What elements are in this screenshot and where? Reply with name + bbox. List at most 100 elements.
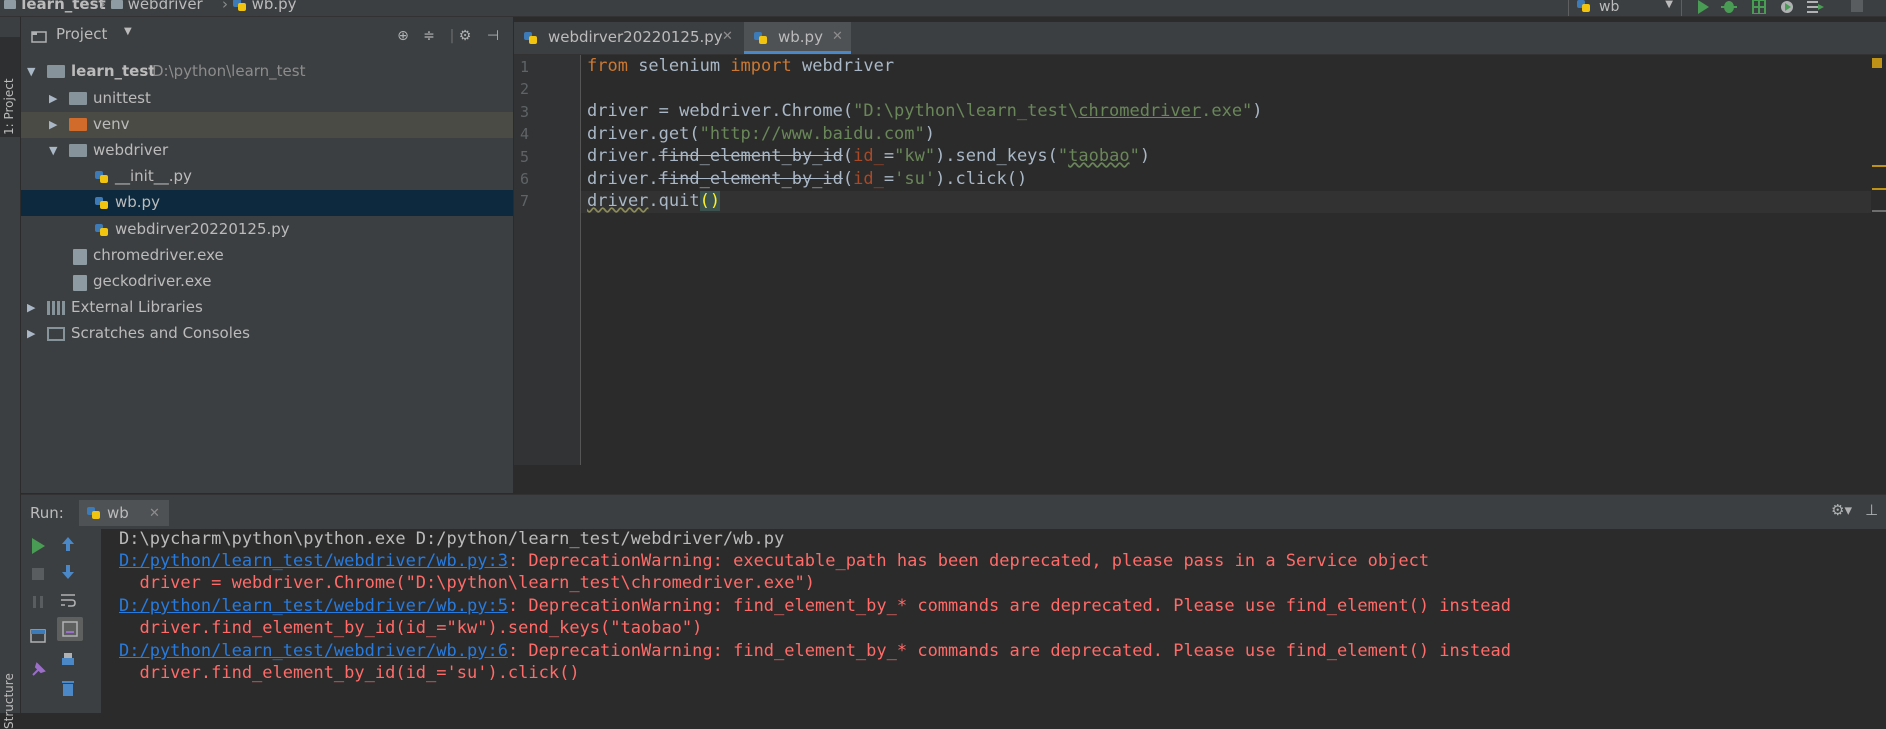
- breadcrumb-file[interactable]: › wb.py: [222, 0, 297, 13]
- python-file-icon: [524, 31, 538, 45]
- console-line: D:/python/learn_test/webdriver/wb.py:6: …: [119, 641, 1511, 661]
- run-panel-header: Run: wb ✕ ⚙▾ ⊥: [21, 494, 1886, 529]
- line-number: 7: [520, 192, 530, 210]
- python-file-icon: [754, 31, 768, 45]
- run-tab-wb[interactable]: wb ✕: [79, 500, 169, 526]
- gear-icon[interactable]: ⚙: [457, 28, 473, 44]
- separator-icon: ›: [222, 0, 228, 13]
- python-file-icon: [95, 170, 109, 184]
- python-file-icon: [95, 223, 109, 237]
- close-icon[interactable]: ✕: [832, 29, 843, 44]
- folder-icon: [47, 65, 65, 78]
- soft-wrap-icon[interactable]: [59, 591, 77, 609]
- folder-icon: [110, 0, 123, 9]
- console-line: driver.find_element_by_id(id_='su').clic…: [119, 663, 580, 683]
- error-stripe-marker[interactable]: [1872, 188, 1886, 190]
- project-panel: Project ▼ ⊕ ≑ | ⚙ ⊣ ▼ learn_test D:\pyth…: [21, 17, 514, 493]
- collapsed-arrow-icon[interactable]: ▶: [49, 92, 57, 105]
- left-tool-strip: 1: Project Structure: [0, 17, 21, 729]
- line-number: 2: [520, 80, 530, 98]
- console-line: driver = webdriver.Chrome("D:\python\lea…: [119, 573, 815, 593]
- scratches-icon: [47, 327, 65, 341]
- python-file-icon: [95, 196, 109, 210]
- close-icon[interactable]: ✕: [722, 29, 733, 44]
- collapsed-arrow-icon[interactable]: ▶: [27, 301, 35, 314]
- current-line-highlight: [581, 191, 1871, 213]
- python-file-icon: [1577, 0, 1591, 13]
- coverage-icon[interactable]: [1750, 0, 1768, 14]
- tree-item-venv[interactable]: ▶ venv: [21, 112, 513, 138]
- console-line: driver.find_element_by_id(id_="kw").send…: [119, 618, 703, 638]
- folder-icon: [69, 144, 87, 157]
- tree-item-init-py[interactable]: __init__.py: [21, 164, 513, 190]
- arrow-up-icon[interactable]: [59, 535, 77, 553]
- folder-icon: [69, 92, 87, 105]
- expanded-arrow-icon[interactable]: ▼: [27, 65, 35, 78]
- code-line-1: from selenium import webdriver: [587, 56, 895, 76]
- separator-icon: ›: [100, 0, 106, 13]
- pin-icon[interactable]: [29, 661, 47, 679]
- print-icon[interactable]: [59, 651, 77, 669]
- run-configuration-select[interactable]: wb ▼: [1568, 0, 1682, 16]
- run-panel: Run: wb ✕ ⚙▾ ⊥ D:\pycharm\python\python.…: [21, 494, 1886, 713]
- tree-item-wb-py[interactable]: wb.py: [21, 190, 513, 216]
- console-file-link[interactable]: D:/python/learn_test/webdriver/wb.py:3: [119, 551, 508, 571]
- line-number: 4: [520, 125, 530, 143]
- tree-item-chromedriver-exe[interactable]: chromedriver.exe: [21, 243, 513, 269]
- python-file-icon: [87, 506, 101, 520]
- tree-item-learn-test[interactable]: ▼ learn_test D:\python\learn_test: [21, 59, 513, 85]
- breadcrumb-project[interactable]: learn_test: [4, 0, 106, 13]
- console-output[interactable]: D:\pycharm\python\python.exe D:/python/l…: [119, 529, 1879, 713]
- chevron-down-icon: ▼: [1665, 0, 1673, 10]
- tree-item-webdriver[interactable]: ▼ webdriver: [21, 138, 513, 164]
- run-icon[interactable]: [1694, 0, 1712, 14]
- project-panel-title[interactable]: Project: [56, 25, 107, 43]
- console-file-link[interactable]: D:/python/learn_test/webdriver/wb.py:5: [119, 596, 508, 616]
- navigation-bar: learn_test › webdriver › wb.py wb ▼: [0, 0, 1886, 17]
- scroll-to-end-button[interactable]: [57, 617, 83, 641]
- error-stripe-marker[interactable]: [1872, 165, 1886, 167]
- hide-panel-icon[interactable]: ⊣: [485, 28, 501, 44]
- tree-item-webdirver20220125-py[interactable]: webdirver20220125.py: [21, 217, 513, 243]
- chevron-down-icon[interactable]: ▼: [124, 26, 132, 37]
- scroll-to-end-icon: [62, 621, 78, 637]
- stop-icon[interactable]: [29, 565, 47, 583]
- arrow-down-icon[interactable]: [59, 563, 77, 581]
- collapse-all-icon[interactable]: ≑: [421, 28, 437, 44]
- code-line-4: driver.get("http://www.baidu.com"): [587, 124, 936, 144]
- line-number: 3: [520, 103, 530, 121]
- collapsed-arrow-icon[interactable]: ▶: [27, 327, 35, 340]
- editor-tab-bar: webdirver20220125.py ✕ wb.py ✕: [514, 22, 1886, 55]
- tree-item-scratches[interactable]: ▶ Scratches and Consoles: [21, 321, 513, 347]
- hide-panel-icon[interactable]: ⊥: [1865, 501, 1878, 519]
- trash-icon[interactable]: [59, 679, 77, 697]
- rerun-icon[interactable]: [29, 537, 47, 555]
- breadcrumb-folder[interactable]: › webdriver: [100, 0, 203, 13]
- error-stripe-marker[interactable]: [1872, 210, 1886, 212]
- profile-icon[interactable]: [1778, 0, 1796, 14]
- stop-icon[interactable]: [1848, 0, 1866, 14]
- tree-item-geckodriver-exe[interactable]: geckodriver.exe: [21, 269, 513, 295]
- tree-item-unittest[interactable]: ▶ unittest: [21, 86, 513, 112]
- run-concurrency-icon[interactable]: [1806, 0, 1824, 14]
- structure-tool-tab[interactable]: Structure: [2, 673, 16, 729]
- gear-icon[interactable]: ⚙▾: [1831, 501, 1852, 519]
- tab-webdirver20220125[interactable]: webdirver20220125.py ✕: [514, 22, 739, 54]
- locate-icon[interactable]: ⊕: [395, 28, 411, 44]
- layout-icon[interactable]: [29, 627, 47, 645]
- console-line: D:/python/learn_test/webdriver/wb.py:5: …: [119, 596, 1511, 616]
- tab-wb-py[interactable]: wb.py ✕: [744, 22, 851, 54]
- tree-item-external-libraries[interactable]: ▶ External Libraries: [21, 295, 513, 321]
- collapsed-arrow-icon[interactable]: ▶: [49, 118, 57, 131]
- console-file-link[interactable]: D:/python/learn_test/webdriver/wb.py:6: [119, 641, 508, 661]
- pause-icon[interactable]: [29, 593, 47, 611]
- warning-indicator-icon[interactable]: [1872, 58, 1882, 68]
- library-icon: [47, 301, 65, 315]
- debug-icon[interactable]: [1720, 0, 1738, 14]
- close-icon[interactable]: ✕: [149, 506, 160, 521]
- project-tool-tab[interactable]: 1: Project: [0, 37, 20, 137]
- expanded-arrow-icon[interactable]: ▼: [49, 144, 57, 157]
- code-line-3: driver = webdriver.Chrome("D:\python\lea…: [587, 101, 1263, 121]
- code-line-5: driver.find_element_by_id(id_="kw").send…: [587, 146, 1151, 166]
- line-number: 6: [520, 170, 530, 188]
